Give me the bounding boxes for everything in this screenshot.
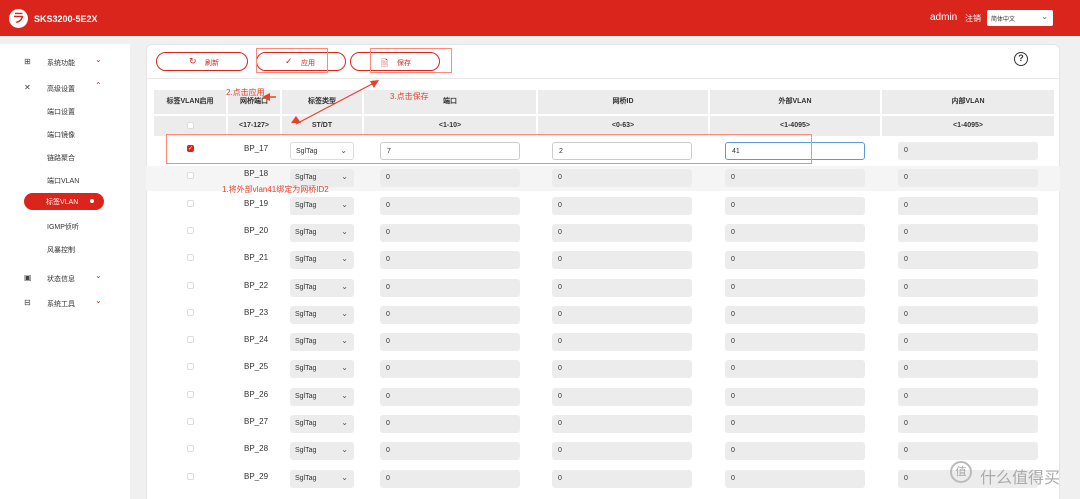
annotation-arrows (262, 80, 379, 125)
arrow-head-apply (262, 93, 270, 101)
watermark-logo-icon: 值 (950, 461, 972, 483)
arrow-tail-save (291, 116, 301, 123)
watermark-text: 什么值得买 (980, 470, 1061, 487)
arrow-save (295, 83, 373, 125)
